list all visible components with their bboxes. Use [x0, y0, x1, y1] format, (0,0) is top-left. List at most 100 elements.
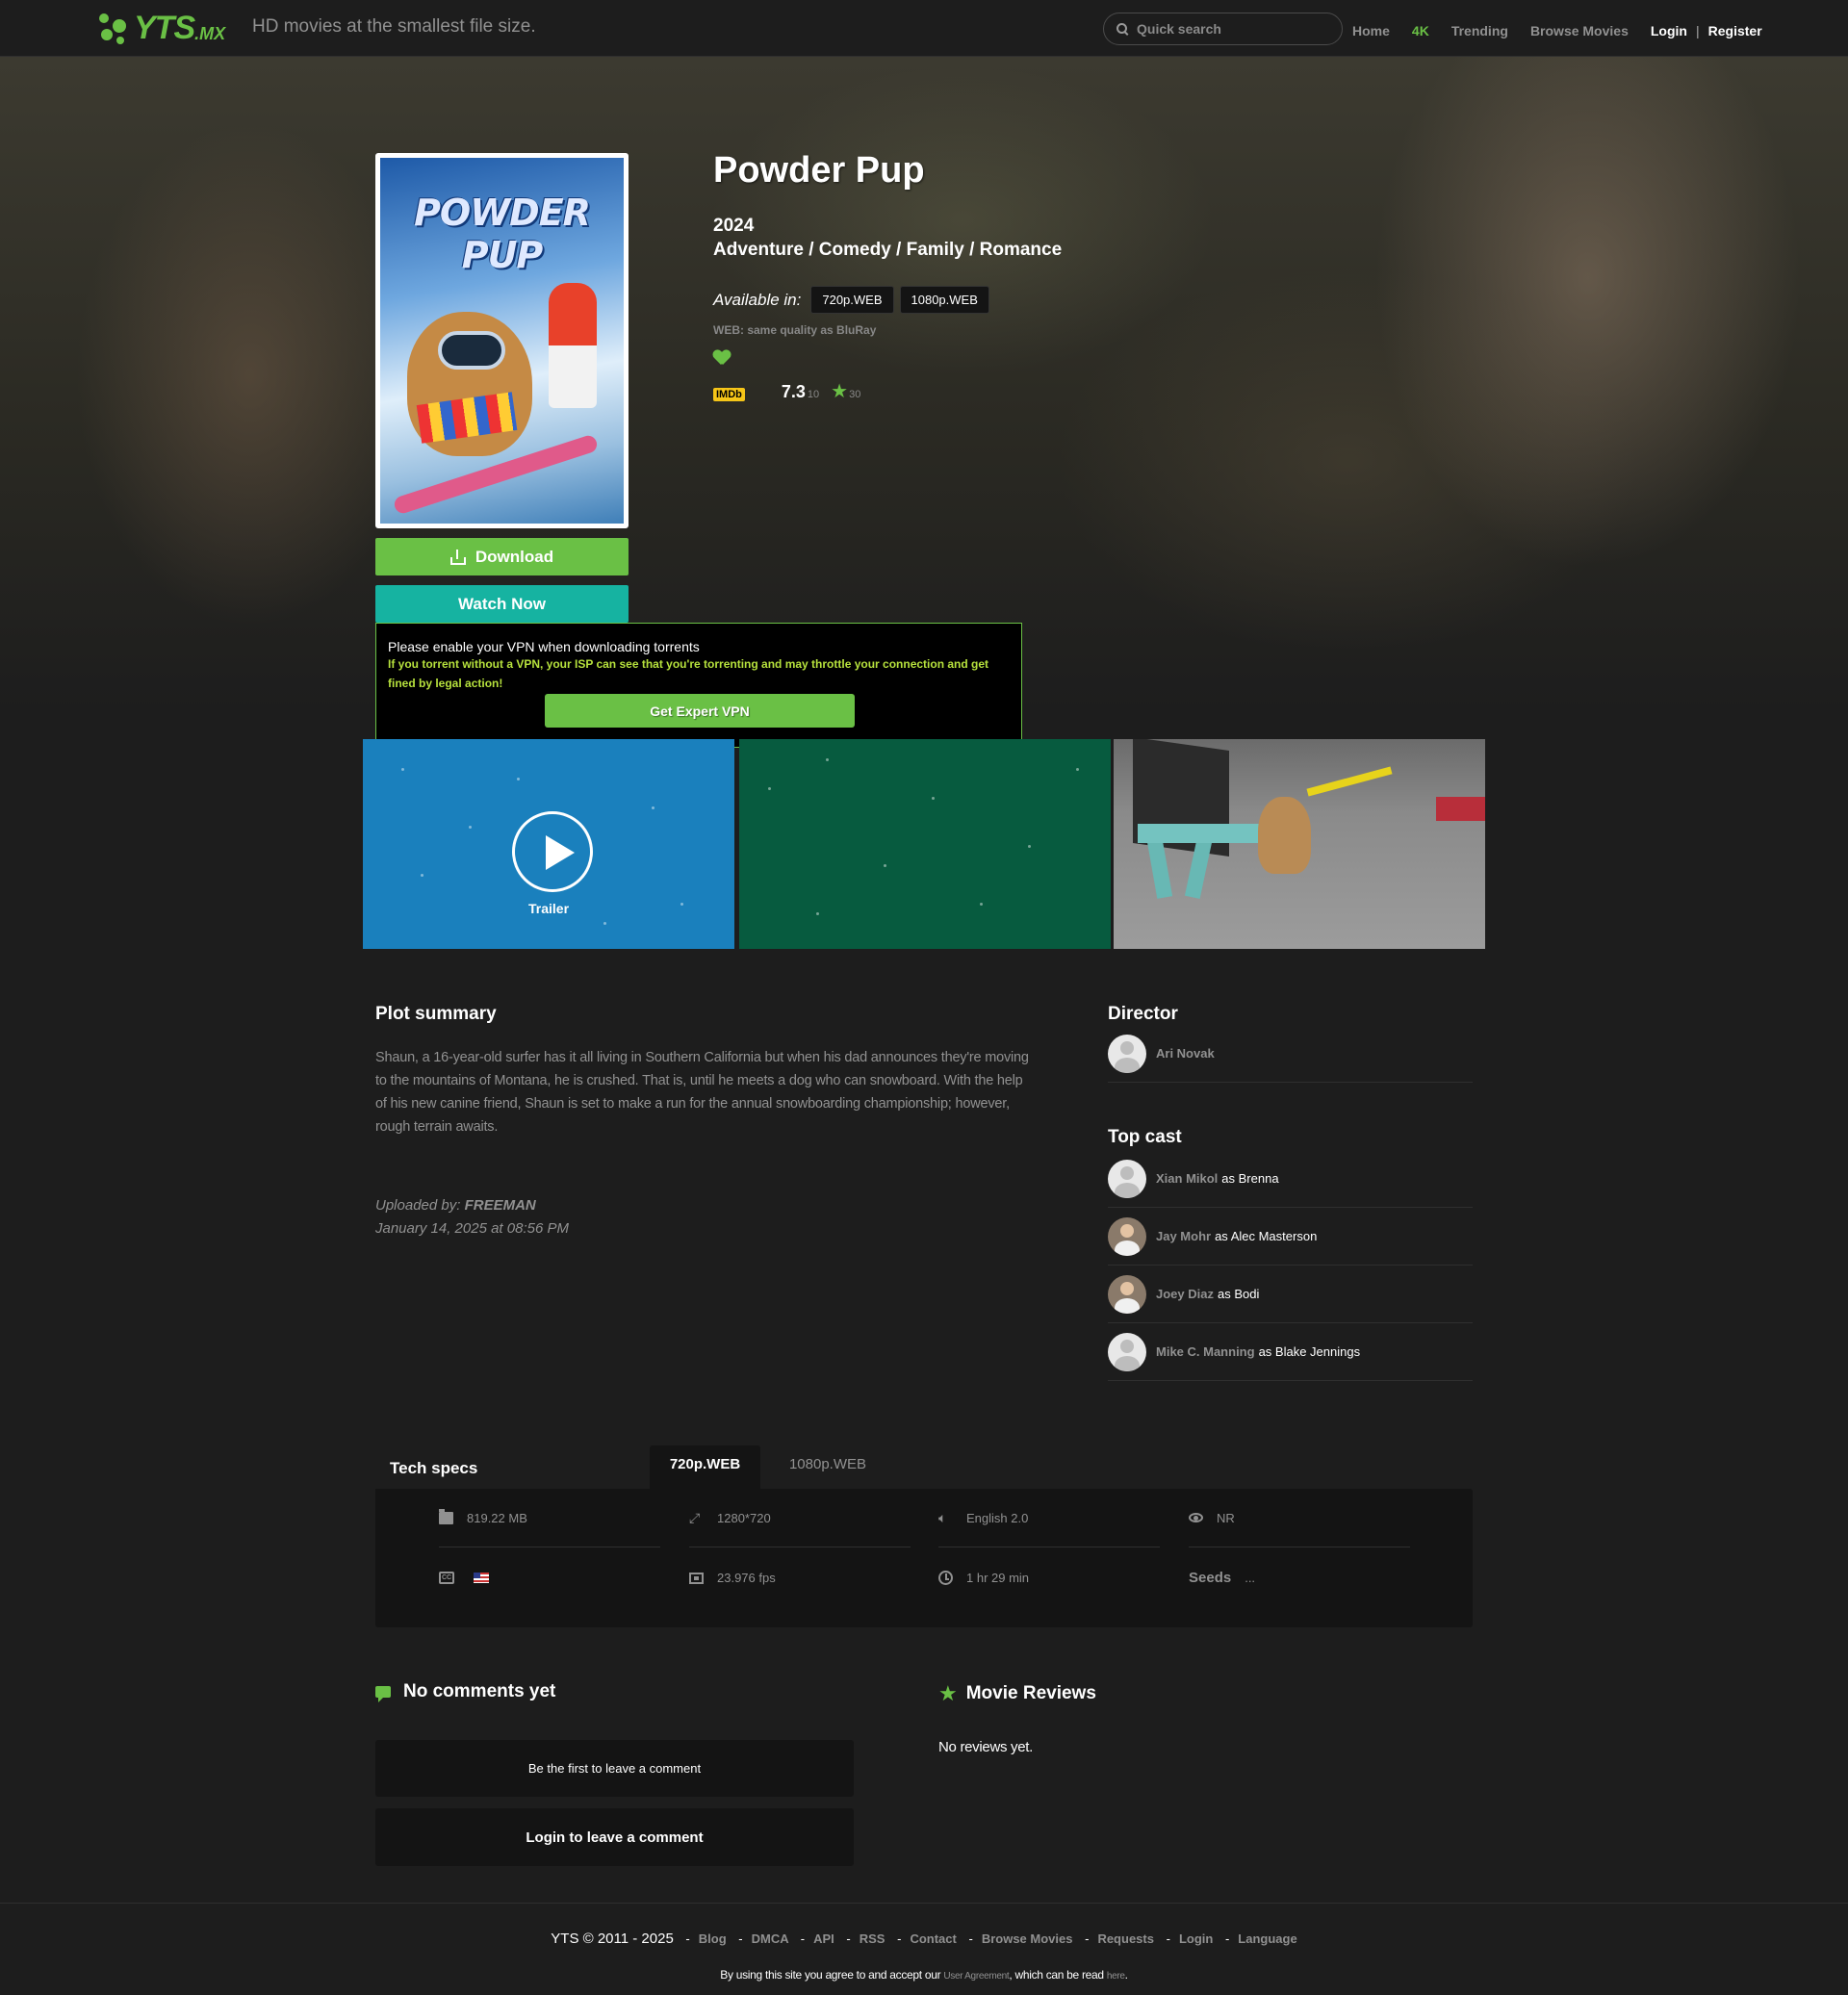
spec-rating: NR	[1189, 1489, 1410, 1547]
comments-section: No comments yet Be the first to leave a …	[375, 1681, 854, 1866]
site-tagline: HD movies at the smallest file size.	[252, 16, 536, 37]
nav-login[interactable]: Login	[1651, 23, 1687, 38]
avatar	[1108, 1159, 1146, 1198]
cast-role: as Alec Masterson	[1215, 1229, 1318, 1243]
director-name[interactable]: Ari Novak	[1156, 1046, 1215, 1061]
here-link[interactable]: here	[1107, 1971, 1125, 1982]
plot-section: Plot summary Shaun, a 16-year-old surfer…	[375, 1004, 1030, 1240]
avatar	[1108, 1274, 1146, 1314]
cast-name[interactable]: Joey Diaz	[1156, 1287, 1214, 1301]
nav-register[interactable]: Register	[1708, 23, 1762, 38]
no-reviews-text: No reviews yet.	[938, 1739, 1034, 1755]
footer-links: YTS © 2011 - 2025 - Blog - DMCA - API - RSS …	[551, 1931, 1297, 1947]
first-comment-prompt: Be the first to leave a comment	[375, 1740, 854, 1797]
play-button[interactable]	[512, 811, 593, 892]
eye-icon	[1189, 1513, 1203, 1522]
director-heading: Director	[1108, 1004, 1178, 1024]
footer-link-api[interactable]: API	[813, 1931, 834, 1946]
nav-browse-movies[interactable]: Browse Movies	[1530, 23, 1629, 38]
spec-tabs: Tech specs 720p.WEB 1080p.WEB	[375, 1445, 1473, 1489]
film-icon	[689, 1572, 704, 1584]
tab-720p[interactable]: 720p.WEB	[650, 1445, 760, 1489]
screenshot-bench-leg	[1146, 839, 1173, 899]
cast-role: as Brenna	[1221, 1171, 1279, 1186]
footer-link-browse-movies[interactable]: Browse Movies	[982, 1931, 1073, 1946]
cast-item[interactable]: Xian Mikol as Brenna	[1108, 1150, 1473, 1208]
nav-4k[interactable]: 4K	[1412, 23, 1429, 38]
top-navbar: YTS .MX HD movies at the smallest file s…	[0, 0, 1848, 57]
vpn-title: Please enable your VPN when downloading …	[388, 639, 700, 654]
spec-runtime: 1 hr 29 min	[938, 1548, 1160, 1607]
expand-icon: ⤢	[689, 1509, 701, 1525]
cast-item[interactable]: Joey Diaz as Bodi	[1108, 1266, 1473, 1323]
cast-name[interactable]: Mike C. Manning	[1156, 1344, 1255, 1359]
web-quality-note: WEB: same quality as BluRay	[713, 323, 877, 337]
reviews-heading: Movie Reviews	[965, 1683, 1096, 1703]
nav-home[interactable]: Home	[1352, 23, 1390, 38]
quick-search[interactable]	[1103, 13, 1343, 45]
audio-value: English 2.0	[966, 1510, 1029, 1525]
movie-poster[interactable]: POWDER PUP	[375, 153, 629, 528]
footer-link-rss[interactable]: RSS	[860, 1931, 886, 1946]
screenshot-3[interactable]	[1114, 739, 1485, 949]
site-footer: YTS © 2011 - 2025 - Blog - DMCA - API - RSS …	[0, 1903, 1848, 1995]
uploaded-date: January 14, 2025 at 08:56 PM	[375, 1220, 569, 1237]
download-label: Download	[475, 547, 554, 566]
login-to-comment-button[interactable]: Login to leave a comment	[375, 1808, 854, 1866]
footer-link-requests[interactable]: Requests	[1097, 1931, 1154, 1946]
trailer-thumbnail[interactable]: Trailer	[363, 739, 734, 949]
seeds-label: Seeds	[1189, 1570, 1232, 1586]
screenshot-red-object	[1436, 797, 1485, 821]
footer-link-dmca[interactable]: DMCA	[752, 1931, 789, 1946]
avatar	[1108, 1332, 1146, 1371]
search-icon	[1116, 22, 1129, 36]
poster-snowboarder	[549, 283, 597, 408]
like-heart-icon[interactable]	[713, 350, 731, 366]
spec-resolution: ⤢ 1280*720	[689, 1489, 911, 1547]
download-button[interactable]: Download	[375, 538, 629, 575]
avatar	[1108, 1216, 1146, 1256]
cast-item[interactable]: Mike C. Manning as Blake Jennings	[1108, 1323, 1473, 1381]
spec-subtitles: CC	[439, 1548, 660, 1607]
movie-genres: Adventure / Comedy / Family / Romance	[713, 240, 1063, 260]
download-icon	[449, 549, 466, 565]
director-item[interactable]: Ari Novak	[1108, 1025, 1473, 1083]
poster-title: POWDER PUP	[414, 192, 591, 276]
watch-now-label: Watch Now	[458, 594, 546, 613]
cast-heading: Top cast	[1108, 1127, 1182, 1147]
nav-separator: |	[1695, 23, 1700, 38]
footer-link-language[interactable]: Language	[1238, 1931, 1296, 1946]
site-logo[interactable]: YTS .MX	[97, 8, 225, 48]
comment-bubble-icon	[375, 1686, 391, 1702]
main-nav: Home 4K Trending Browse Movies Login | R…	[1352, 23, 1784, 38]
footer-link-blog[interactable]: Blog	[699, 1931, 727, 1946]
quality-720p-tag[interactable]: 720p.WEB	[810, 286, 894, 314]
quality-1080p-tag[interactable]: 1080p.WEB	[899, 286, 989, 314]
search-input[interactable]	[1137, 21, 1329, 37]
footer-link-contact[interactable]: Contact	[910, 1931, 956, 1946]
movie-info: Powder Pup 2024 Adventure / Comedy / Fam…	[713, 150, 1062, 403]
nav-trending[interactable]: Trending	[1451, 23, 1508, 38]
watch-now-button[interactable]: Watch Now	[375, 585, 629, 623]
copyright: YTS © 2011 - 2025	[551, 1931, 674, 1947]
uploaded-label: Uploaded by:	[375, 1197, 461, 1214]
footer-link-login[interactable]: Login	[1179, 1931, 1213, 1946]
tech-specs-heading: Tech specs	[390, 1459, 478, 1477]
resolution-value: 1280*720	[717, 1510, 771, 1525]
cast-item[interactable]: Jay Mohr as Alec Masterson	[1108, 1208, 1473, 1266]
cast-name[interactable]: Jay Mohr	[1156, 1229, 1211, 1243]
footer-agreement-note: By using this site you agree to and acce…	[0, 1968, 1848, 1982]
screenshot-dog	[1258, 797, 1311, 874]
get-vpn-button[interactable]: Get Expert VPN	[545, 694, 855, 728]
logo-reel-icon	[97, 10, 132, 46]
imdb-logo[interactable]: IMDb	[713, 388, 745, 401]
tab-1080p[interactable]: 1080p.WEB	[760, 1445, 895, 1489]
comments-heading-row: No comments yet	[375, 1681, 854, 1702]
screenshot-2[interactable]	[739, 739, 1111, 949]
fps-value: 23.976 fps	[717, 1571, 776, 1585]
user-agreement-link[interactable]: User Agreement	[943, 1971, 1009, 1982]
star-icon: ★	[831, 381, 849, 402]
plot-heading: Plot summary	[375, 1004, 497, 1024]
mpa-rating-value: NR	[1217, 1510, 1235, 1525]
cast-name[interactable]: Xian Mikol	[1156, 1171, 1218, 1186]
